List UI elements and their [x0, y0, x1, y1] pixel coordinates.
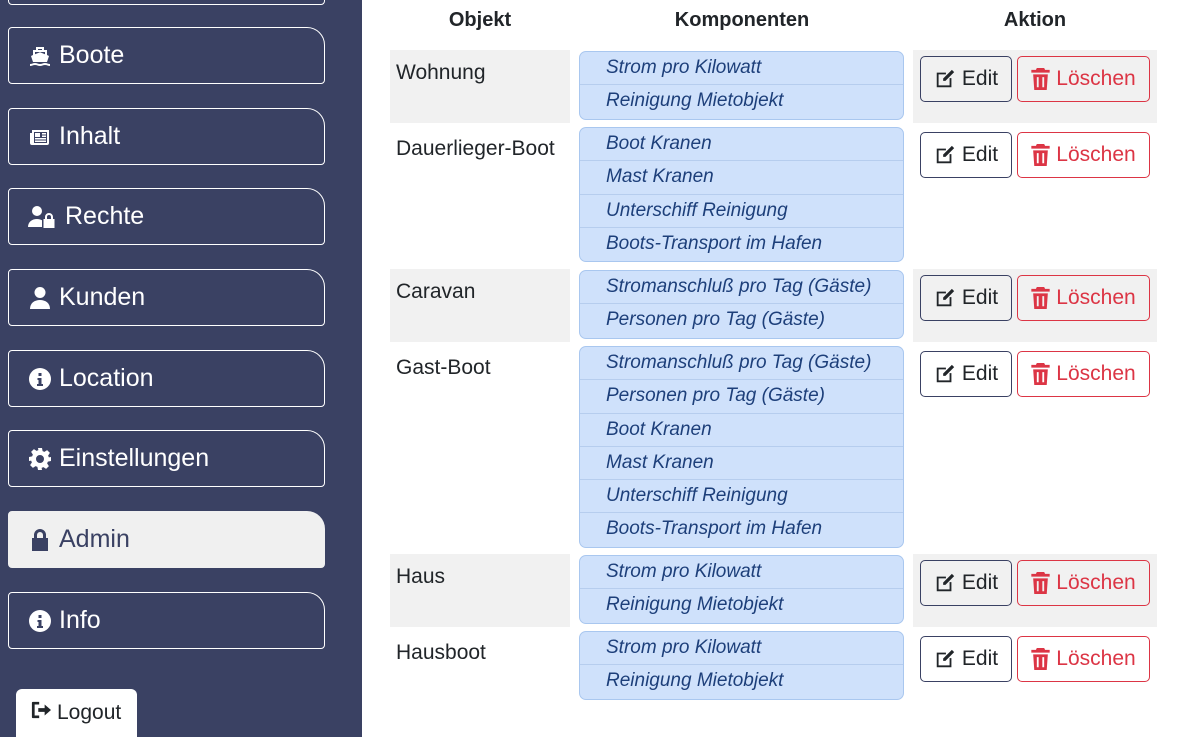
sidebar-item-einstellungen[interactable]: Einstellungen	[8, 430, 325, 487]
komponente-item: Strom pro Kilowatt	[580, 556, 903, 590]
edit-icon	[934, 648, 962, 670]
main-content: Objekt Komponenten Aktion Wohnung Strom p…	[362, 0, 1200, 737]
komponenten-list: Stromanschluß pro Tag (Gäste) Personen pr…	[579, 270, 904, 339]
edit-icon	[934, 363, 962, 385]
komponente-item: Unterschiff Reinigung	[580, 195, 903, 228]
edit-icon	[934, 572, 962, 594]
komponente-item: Mast Kranen	[580, 447, 903, 481]
edit-button[interactable]: Edit	[920, 636, 1012, 682]
sidebar-item-rechte[interactable]: Rechte	[8, 188, 325, 245]
komponente-item: Unterschiff Reinigung	[580, 480, 903, 514]
komponente-item: Boots-Transport im Hafen	[606, 518, 823, 540]
edit-button[interactable]: Edit	[920, 132, 1012, 178]
table-row: Wohnung Strom pro Kilowatt Reinigung Mieto…	[390, 50, 1157, 123]
sidebar-item-inhalt[interactable]: Inhalt	[8, 108, 325, 165]
komponente-item: Personen pro Tag (Gäste)	[606, 309, 825, 331]
komponente-item: Reinigung Mietobjekt	[606, 594, 784, 616]
sidebar-item-top-partial[interactable]	[8, 0, 325, 5]
edit-button[interactable]: Edit	[920, 351, 1012, 397]
column-header-aktion: Aktion	[1003, 9, 1067, 31]
edit-icon	[934, 68, 962, 90]
sign-out-icon	[30, 700, 57, 726]
komponenten-list: Strom pro Kilowatt Reinigung Mietobjekt	[579, 631, 904, 700]
trash-icon	[1031, 68, 1056, 90]
trash-icon	[1031, 287, 1056, 309]
komponente-item: Strom pro Kilowatt	[580, 52, 903, 86]
table-row: Hausboot Strom pro Kilowatt Reinigung Miet…	[390, 630, 1157, 703]
delete-button[interactable]: Löschen	[1017, 351, 1150, 397]
delete-button[interactable]: Löschen	[1017, 560, 1150, 606]
column-header-objekt: Objekt	[448, 9, 512, 31]
lock-icon	[27, 527, 53, 553]
komponenten-list: Strom pro Kilowatt Reinigung Mietobjekt	[579, 51, 904, 120]
table-row: Caravan Stromanschluß pro Tag (Gäste) Pers…	[390, 269, 1157, 342]
newspaper-icon	[27, 124, 53, 150]
sidebar-item-admin[interactable]: Admin	[8, 511, 325, 568]
edit-button[interactable]: Edit	[920, 560, 1012, 606]
trash-icon	[1031, 144, 1056, 166]
objekt-name: Haus	[396, 565, 446, 588]
komponente-item: Personen pro Tag (Gäste)	[580, 380, 903, 414]
delete-button[interactable]: Löschen	[1017, 132, 1150, 178]
objekt-name: Wohnung	[396, 61, 486, 84]
ship-icon	[27, 43, 53, 69]
column-header-komponenten: Komponenten	[674, 9, 810, 31]
komponente-item: Reinigung Mietobjekt	[606, 670, 784, 692]
edit-icon	[934, 287, 962, 309]
table-row: Dauerlieger-Boot Boot Kranen Mast Kranen Un…	[390, 126, 1157, 266]
sidebar-item-kunden[interactable]: Kunden	[8, 269, 325, 326]
sidebar-item-location[interactable]: Location	[8, 350, 325, 407]
objekt-name: Hausboot	[396, 641, 486, 664]
sidebar-item-boote[interactable]: Boote	[8, 27, 325, 84]
info-circle-icon	[27, 608, 53, 634]
komponente-item: Stromanschluß pro Tag (Gäste)	[580, 271, 903, 305]
objekt-name: Dauerlieger-Boot	[396, 137, 555, 160]
komponente-item: Strom pro Kilowatt	[580, 632, 903, 666]
komponenten-list: Strom pro Kilowatt Reinigung Mietobjekt	[579, 555, 904, 624]
komponente-item: Boots-Transport im Hafen	[606, 232, 823, 254]
info-circle-icon	[27, 366, 53, 392]
user-icon	[27, 285, 53, 311]
sidebar: Boote Inhalt Rechte Kunden Location Eins…	[0, 0, 362, 737]
table-row: Haus Strom pro Kilowatt Reinigung Mietobje…	[390, 554, 1157, 627]
delete-button[interactable]: Löschen	[1017, 56, 1150, 102]
komponente-item: Stromanschluß pro Tag (Gäste)	[580, 347, 903, 381]
komponente-item: Reinigung Mietobjekt	[606, 90, 784, 112]
user-lock-icon	[27, 204, 59, 230]
logout-button[interactable]: Logout	[16, 689, 137, 737]
sidebar-item-info[interactable]: Info	[8, 592, 325, 649]
edit-icon	[934, 144, 962, 166]
komponente-item: Boot Kranen	[580, 128, 903, 162]
edit-button[interactable]: Edit	[920, 275, 1012, 321]
trash-icon	[1031, 648, 1056, 670]
komponente-item: Boot Kranen	[580, 414, 903, 447]
trash-icon	[1031, 363, 1056, 385]
komponenten-list: Boot Kranen Mast Kranen Unterschiff Reinig…	[579, 127, 904, 263]
komponente-item: Mast Kranen	[580, 161, 903, 195]
komponenten-list: Stromanschluß pro Tag (Gäste) Personen pr…	[579, 346, 904, 548]
table-row: Gast-Boot Stromanschluß pro Tag (Gäste) Pe…	[390, 345, 1157, 551]
delete-button[interactable]: Löschen	[1017, 275, 1150, 321]
trash-icon	[1031, 572, 1056, 594]
edit-button[interactable]: Edit	[920, 56, 1012, 102]
objekt-name: Gast-Boot	[396, 356, 491, 379]
objekt-name: Caravan	[396, 280, 476, 303]
gear-icon	[27, 446, 53, 472]
delete-button[interactable]: Löschen	[1017, 636, 1150, 682]
